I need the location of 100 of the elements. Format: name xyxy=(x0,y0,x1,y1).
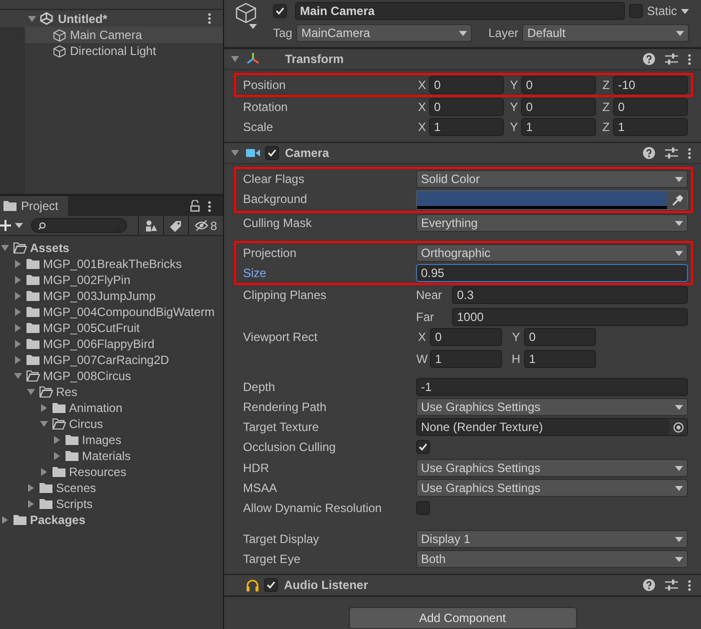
folder-item[interactable]: Animation xyxy=(0,400,223,416)
folder-item[interactable]: Res xyxy=(0,384,223,400)
dropdown-field[interactable]: Use Graphics Settings xyxy=(416,479,688,497)
hierarchy-item[interactable]: Directional Light xyxy=(25,43,223,59)
add-component-button[interactable]: Add Component xyxy=(348,607,576,629)
dropdown-field[interactable]: Everything xyxy=(416,214,688,232)
folder-icon xyxy=(26,258,40,270)
caret-icon xyxy=(675,250,683,256)
axis-label: Y xyxy=(508,119,519,136)
property-label: Clear Flags xyxy=(243,171,306,188)
object-field[interactable]: None (Render Texture) xyxy=(416,418,688,436)
dropdown-field[interactable]: Both xyxy=(416,550,688,568)
folder-item[interactable]: Packages xyxy=(0,512,223,528)
collapse-arrow-icon[interactable] xyxy=(28,14,36,22)
more-options-icon[interactable] xyxy=(688,148,691,158)
axis-label: Z xyxy=(601,99,611,116)
gameobject-icon[interactable] xyxy=(235,2,257,24)
dropdown-field[interactable]: Solid Color xyxy=(416,170,688,188)
number-field[interactable]: 0.95 xyxy=(416,264,688,282)
folder-item[interactable]: Materials xyxy=(0,448,223,464)
lock-icon[interactable] xyxy=(190,200,200,212)
number-field[interactable]: 0 xyxy=(524,328,596,346)
search-icon xyxy=(38,222,46,230)
axis-label: W xyxy=(416,351,428,368)
enabled-checkbox[interactable] xyxy=(264,578,278,592)
presets-icon[interactable] xyxy=(665,579,678,591)
number-field[interactable]: 0 xyxy=(429,98,504,116)
help-icon[interactable] xyxy=(643,147,655,159)
number-field[interactable]: 0 xyxy=(521,76,596,94)
folder-item[interactable]: Resources xyxy=(0,464,223,480)
number-field[interactable]: 1 xyxy=(521,118,596,136)
number-field[interactable]: 1 xyxy=(524,350,596,368)
number-field[interactable]: 0 xyxy=(430,328,502,346)
search-field[interactable] xyxy=(31,218,127,233)
tag-label: Tag xyxy=(273,25,292,42)
more-options-icon[interactable] xyxy=(688,580,691,590)
name-field[interactable]: Main Camera xyxy=(295,2,625,20)
folder-item[interactable]: MGP_008Circus xyxy=(0,368,223,384)
collapse-arrow-icon[interactable] xyxy=(231,55,239,63)
folder-item[interactable]: Scenes xyxy=(0,480,223,496)
number-field[interactable]: 1 xyxy=(429,118,504,136)
number-field[interactable]: 0 xyxy=(521,98,596,116)
folder-item[interactable]: Circus xyxy=(0,416,223,432)
number-field[interactable]: 1 xyxy=(613,118,688,136)
scene-row[interactable]: Untitled* xyxy=(0,10,223,27)
collapse-arrow-icon[interactable] xyxy=(231,149,239,157)
active-checkbox[interactable] xyxy=(273,4,287,18)
static-dropdown[interactable]: Static xyxy=(646,2,689,20)
project-tab[interactable]: Project xyxy=(0,196,68,216)
expand-arrow-icon[interactable] xyxy=(40,404,48,412)
expand-arrow-icon[interactable] xyxy=(1,516,9,524)
hierarchy-item[interactable]: Main Camera xyxy=(25,27,223,43)
more-options-icon[interactable] xyxy=(208,13,211,24)
property-label: Occlusion Culling xyxy=(243,439,337,456)
dropdown-field[interactable]: Orthographic xyxy=(416,244,688,262)
help-icon[interactable] xyxy=(643,579,655,591)
folder-item[interactable]: MGP_003JumpJump xyxy=(0,288,223,304)
create-button[interactable] xyxy=(0,220,23,231)
tag-dropdown[interactable]: MainCamera xyxy=(296,24,472,42)
folder-item[interactable]: MGP_004CompoundBigWaterm xyxy=(0,304,223,320)
presets-icon[interactable] xyxy=(665,53,678,65)
eye-slash-icon xyxy=(195,220,208,231)
folder-item[interactable]: Scripts xyxy=(0,496,223,512)
folder-item[interactable]: MGP_006FlappyBird xyxy=(0,336,223,352)
checkbox[interactable] xyxy=(416,440,430,454)
folder-item[interactable]: MGP_002FlyPin xyxy=(0,272,223,288)
folder-item[interactable]: Images xyxy=(0,432,223,448)
number-field[interactable]: 1 xyxy=(430,350,502,368)
dropdown-field[interactable]: Use Graphics Settings xyxy=(416,459,688,477)
number-field[interactable]: -10 xyxy=(613,76,688,94)
dropdown-field[interactable]: Display 1 xyxy=(416,530,688,548)
number-field[interactable]: -1 xyxy=(416,378,688,396)
folder-item[interactable]: MGP_007CarRacing2D xyxy=(0,352,223,368)
component-header[interactable]: Transform xyxy=(224,48,701,70)
enabled-checkbox[interactable] xyxy=(265,146,279,160)
collapse-arrow-icon[interactable] xyxy=(40,420,48,428)
number-field[interactable]: 1000 xyxy=(452,308,688,326)
color-field[interactable] xyxy=(416,190,688,210)
layer-dropdown[interactable]: Default xyxy=(522,24,689,42)
number-field[interactable]: 0 xyxy=(613,98,688,116)
folder-item[interactable]: Assets xyxy=(0,240,223,256)
folder-item[interactable]: MGP_005CutFruit xyxy=(0,320,223,336)
help-icon[interactable] xyxy=(643,53,655,65)
number-field[interactable]: 0.3 xyxy=(452,286,688,304)
checkbox[interactable] xyxy=(416,501,430,515)
open-folder-icon xyxy=(39,386,53,398)
component-header[interactable]: Audio Listener xyxy=(224,574,701,596)
static-checkbox[interactable] xyxy=(628,4,643,18)
folder-item[interactable]: MGP_001BreakTheBricks xyxy=(0,256,223,272)
axis-label: Z xyxy=(601,77,611,94)
dropdown-field[interactable]: Use Graphics Settings xyxy=(416,398,688,416)
target-icon[interactable] xyxy=(672,422,684,432)
collapse-arrow-icon[interactable] xyxy=(1,244,9,252)
component-header[interactable]: Camera xyxy=(224,142,701,164)
more-options-icon[interactable] xyxy=(688,54,691,64)
number-field[interactable]: 0 xyxy=(429,76,504,94)
eyedropper-icon[interactable] xyxy=(672,194,682,206)
presets-icon[interactable] xyxy=(665,147,678,159)
more-options-icon[interactable] xyxy=(208,200,211,212)
hidden-packages-button[interactable]: 8 xyxy=(188,216,223,236)
